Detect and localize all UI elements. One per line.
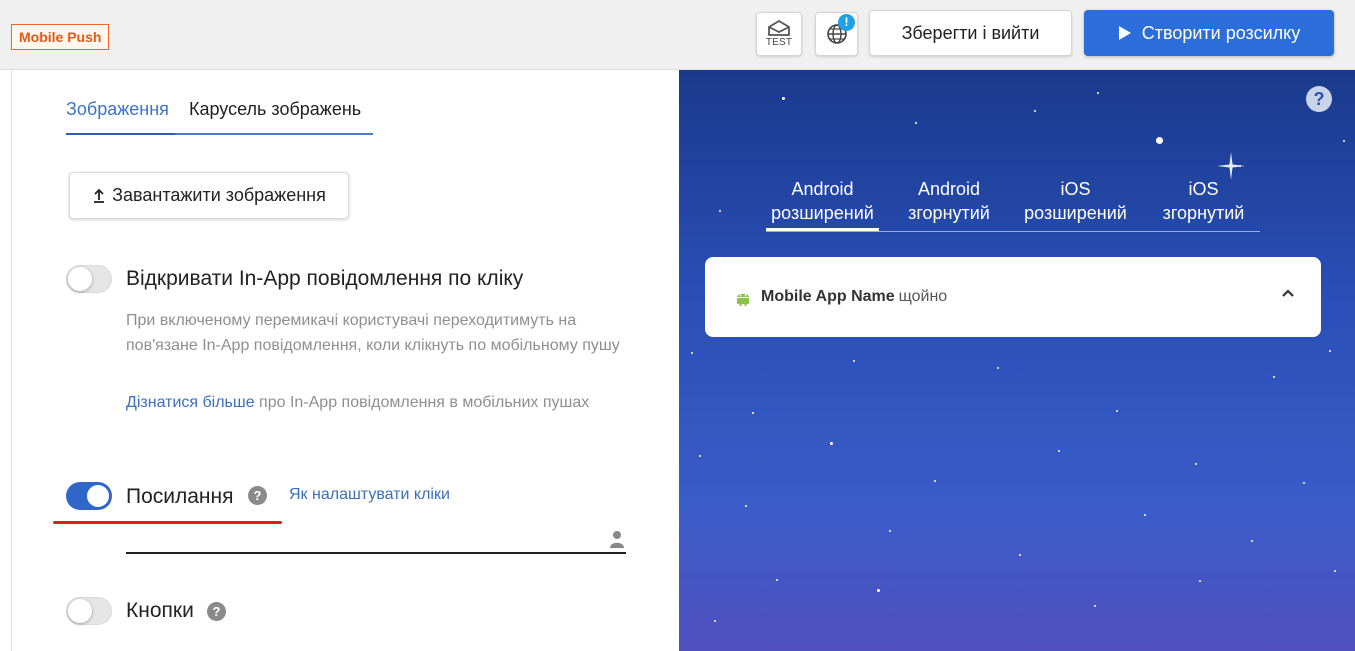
image-tabs: Зображення Карусель зображень <box>66 97 373 135</box>
star <box>691 352 693 354</box>
learn-more-link[interactable]: Дізнатися більше <box>126 394 255 411</box>
person-icon[interactable] <box>610 530 624 548</box>
how-to-setup-clicks-link[interactable]: Як налаштувати кліки <box>289 486 450 504</box>
star <box>934 480 936 482</box>
tab-line2: згорнутий <box>908 203 990 223</box>
star <box>1034 110 1036 112</box>
active-tab-indicator <box>66 133 175 135</box>
channel-badge: Mobile Push <box>11 24 110 50</box>
test-envelope-icon <box>768 20 790 36</box>
star <box>1273 376 1275 378</box>
tab-line1: Android <box>791 179 854 199</box>
star <box>782 97 785 100</box>
link-toggle[interactable] <box>66 482 112 510</box>
preview-panel: ? Android розширений Android згорнутий i… <box>679 70 1355 651</box>
star <box>830 442 833 445</box>
alert-badge: ! <box>838 14 855 31</box>
star <box>1097 92 1099 94</box>
tab-android-collapsed[interactable]: Android згорнутий <box>894 177 1004 225</box>
star <box>1094 605 1096 607</box>
star <box>752 412 754 414</box>
star <box>853 360 855 362</box>
notification-app-line: Mobile App Name щойно <box>761 288 947 306</box>
tab-image[interactable]: Зображення <box>66 97 169 121</box>
star <box>1019 554 1021 556</box>
tab-carousel[interactable]: Карусель зображень <box>189 97 361 121</box>
tab-line2: згорнутий <box>1162 203 1245 223</box>
tab-line2: розширений <box>771 203 874 223</box>
top-bar: Mobile Push TEST ! Зберегти і вийти Ство… <box>0 0 1355 70</box>
star <box>776 579 778 581</box>
chevron-up-icon[interactable] <box>1281 288 1295 298</box>
upload-icon <box>94 188 105 203</box>
toggle-knob <box>68 599 92 623</box>
editor-panel: Зображення Карусель зображень Завантажит… <box>11 70 679 651</box>
tab-line1: Android <box>917 179 981 199</box>
star <box>1303 482 1305 484</box>
app-name: Mobile App Name <box>761 288 895 305</box>
link-help-icon[interactable]: ? <box>248 486 267 505</box>
android-icon <box>737 294 749 306</box>
inapp-learn-more: Дізнатися більше про In-App повідомлення… <box>126 390 626 415</box>
tab-line1: iOS <box>1188 179 1219 199</box>
notification-preview: Mobile App Name щойно <box>705 257 1321 337</box>
create-mailing-button[interactable]: Створити розсилку <box>1084 10 1334 56</box>
upload-image-button[interactable]: Завантажити зображення <box>69 172 349 219</box>
star <box>1058 450 1060 452</box>
toggle-knob <box>68 267 92 291</box>
star <box>1195 463 1197 465</box>
highlight-underline <box>53 521 282 524</box>
star <box>719 210 721 212</box>
preview-help-icon[interactable]: ? <box>1306 86 1332 112</box>
buttons-title: Кнопки <box>126 599 194 622</box>
star <box>1343 140 1345 142</box>
tab-android-expanded[interactable]: Android розширений <box>766 177 879 231</box>
sparkle-star-icon <box>1217 152 1245 180</box>
star <box>1329 350 1331 352</box>
tab-ios-collapsed[interactable]: iOS згорнутий <box>1147 177 1260 225</box>
tab-ios-expanded[interactable]: iOS розширений <box>1019 177 1132 225</box>
test-send-button[interactable]: TEST <box>756 12 802 56</box>
tab-line2: розширений <box>1024 203 1127 223</box>
save-and-exit-button[interactable]: Зберегти і вийти <box>869 10 1072 56</box>
buttons-help-icon[interactable]: ? <box>207 602 226 621</box>
buttons-toggle[interactable] <box>66 597 112 625</box>
star <box>1144 514 1146 516</box>
star <box>1156 137 1163 144</box>
tab-line1: iOS <box>1060 179 1091 199</box>
learn-more-text: про In-App повідомлення в мобільних пуша… <box>254 394 590 411</box>
star <box>699 455 701 457</box>
link-title: Посилання <box>126 485 234 508</box>
star <box>997 367 999 369</box>
star <box>1116 410 1118 412</box>
inapp-title: Відкривати In-App повідомлення по кліку <box>126 267 524 290</box>
star <box>745 505 747 507</box>
toggle-knob <box>87 485 109 507</box>
language-button[interactable]: ! <box>815 12 858 56</box>
inapp-description: При включеному перемикачі користувачі пе… <box>126 312 620 354</box>
star <box>1251 540 1253 542</box>
star <box>1199 580 1201 582</box>
upload-image-label: Завантажити зображення <box>112 185 326 205</box>
star <box>1334 570 1336 572</box>
notification-time: щойно <box>898 288 948 305</box>
star <box>915 122 917 124</box>
inapp-toggle[interactable] <box>66 265 112 293</box>
test-label: TEST <box>765 37 793 48</box>
play-icon <box>1118 26 1131 40</box>
link-url-input[interactable] <box>126 528 626 554</box>
create-mailing-label: Створити розсилку <box>1141 22 1301 43</box>
star <box>877 589 880 592</box>
star <box>714 620 716 622</box>
preview-tabs: Android розширений Android згорнутий iOS… <box>766 177 1260 232</box>
star <box>889 530 891 532</box>
